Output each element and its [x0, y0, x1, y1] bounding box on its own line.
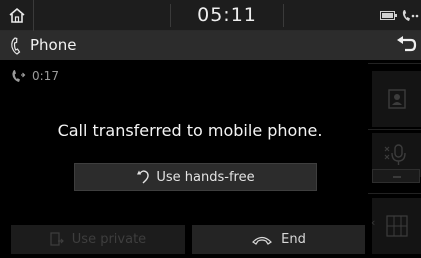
contacts-button[interactable]	[372, 71, 421, 127]
chevron-left-icon: ‹	[371, 216, 376, 229]
phone-signal-icon	[402, 10, 419, 21]
use-hands-free-label: Use hands-free	[156, 169, 255, 185]
page-title: Phone	[30, 36, 77, 54]
end-call-icon	[252, 236, 273, 245]
clock: 05:11	[197, 4, 257, 26]
mute-indicator	[372, 169, 420, 183]
end-call-button[interactable]: End	[192, 225, 365, 254]
side-divider	[368, 193, 421, 194]
call-duration: 0:17	[32, 69, 59, 83]
side-divider	[368, 63, 421, 64]
home-icon	[8, 7, 25, 23]
side-panel	[368, 63, 421, 258]
status-bar: 05:11	[0, 0, 421, 31]
keypad-icon	[385, 215, 408, 237]
contacts-icon	[387, 89, 406, 109]
home-button[interactable]	[0, 0, 34, 31]
call-transfer-icon	[12, 70, 26, 82]
back-button[interactable]	[395, 35, 417, 55]
side-divider	[368, 129, 421, 130]
private-phone-icon	[50, 232, 64, 246]
use-private-button[interactable]: Use private	[11, 225, 185, 254]
mute-mic-icon	[384, 144, 406, 165]
back-icon	[397, 36, 417, 52]
use-hands-free-button[interactable]: Use hands-free	[74, 163, 317, 191]
phone-icon	[11, 37, 21, 55]
call-status-message: Call transferred to mobile phone.	[57, 121, 323, 140]
status-icons	[380, 9, 419, 22]
use-private-label: Use private	[71, 232, 147, 247]
status-divider	[283, 4, 284, 27]
title-bar: Phone	[0, 31, 421, 60]
status-divider	[170, 4, 171, 27]
end-call-label: End	[281, 232, 306, 247]
transfer-icon	[137, 170, 150, 184]
battery-icon	[380, 11, 397, 20]
keypad-button[interactable]	[372, 198, 421, 254]
